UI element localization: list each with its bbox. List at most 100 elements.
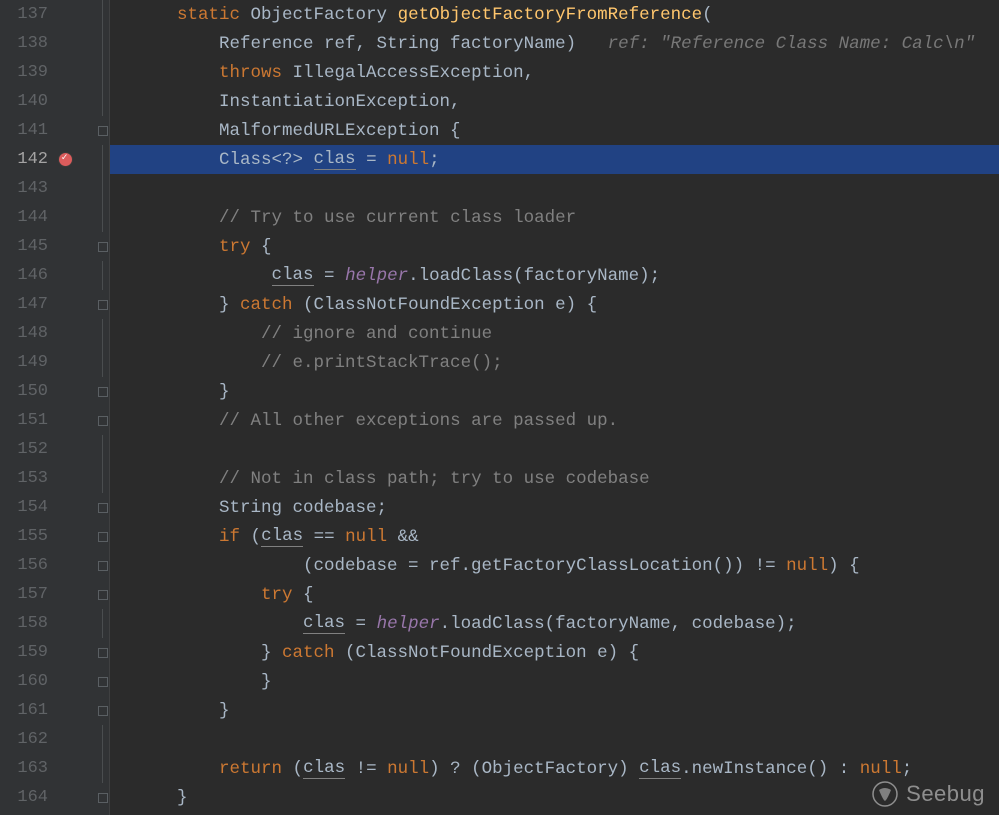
fold-slot[interactable] [96,406,109,435]
gutter-line[interactable]: 149 [0,348,96,377]
code-line[interactable]: static ObjectFactory getObjectFactoryFro… [110,0,999,29]
gutter-line[interactable]: 163 [0,754,96,783]
code-line[interactable]: String codebase; [110,493,999,522]
fold-slot[interactable] [96,145,109,174]
gutter-line[interactable]: 147 [0,290,96,319]
line-number-gutter[interactable]: 1371381391401411421431441451461471481491… [0,0,96,815]
fold-bar[interactable] [96,0,110,815]
gutter-line[interactable]: 154 [0,493,96,522]
code-line[interactable]: } [110,377,999,406]
gutter-line[interactable]: 137 [0,0,96,29]
fold-slot[interactable] [96,638,109,667]
gutter-line[interactable]: 158 [0,609,96,638]
code-line[interactable] [110,725,999,754]
code-line[interactable]: InstantiationException, [110,87,999,116]
code-line[interactable] [110,174,999,203]
code-line[interactable]: clas = helper.loadClass(factoryName); [110,261,999,290]
fold-slot[interactable] [96,783,109,812]
gutter-line[interactable]: 156 [0,551,96,580]
fold-toggle-icon[interactable] [98,706,108,716]
code-line[interactable]: // All other exceptions are passed up. [110,406,999,435]
fold-slot[interactable] [96,667,109,696]
fold-slot[interactable] [96,609,109,638]
code-line[interactable]: try { [110,580,999,609]
code-line[interactable]: } [110,696,999,725]
code-line[interactable]: Class<?> clas = null; [110,145,999,174]
fold-slot[interactable] [96,319,109,348]
fold-slot[interactable] [96,174,109,203]
fold-slot[interactable] [96,290,109,319]
code-line[interactable]: // Not in class path; try to use codebas… [110,464,999,493]
gutter-line[interactable]: 152 [0,435,96,464]
gutter-line[interactable]: 143 [0,174,96,203]
fold-slot[interactable] [96,464,109,493]
code-line[interactable]: Reference ref, String factoryName) ref: … [110,29,999,58]
fold-toggle-icon[interactable] [98,503,108,513]
gutter-line[interactable]: 161 [0,696,96,725]
fold-toggle-icon[interactable] [98,590,108,600]
code-line[interactable]: } [110,667,999,696]
code-area[interactable]: static ObjectFactory getObjectFactoryFro… [110,0,999,815]
breakpoint-icon[interactable] [58,152,73,167]
code-line[interactable]: throws IllegalAccessException, [110,58,999,87]
code-line[interactable]: // e.printStackTrace(); [110,348,999,377]
gutter-line[interactable]: 155 [0,522,96,551]
gutter-line[interactable]: 138 [0,29,96,58]
fold-toggle-icon[interactable] [98,677,108,687]
code-line[interactable]: clas = helper.loadClass(factoryName, cod… [110,609,999,638]
fold-slot[interactable] [96,754,109,783]
fold-slot[interactable] [96,87,109,116]
code-line[interactable] [110,435,999,464]
code-line[interactable]: } catch (ClassNotFoundException e) { [110,290,999,319]
gutter-line[interactable]: 140 [0,87,96,116]
fold-toggle-icon[interactable] [98,126,108,136]
fold-slot[interactable] [96,203,109,232]
code-line[interactable]: try { [110,232,999,261]
fold-toggle-icon[interactable] [98,532,108,542]
gutter-line[interactable]: 141 [0,116,96,145]
gutter-line[interactable]: 157 [0,580,96,609]
gutter-line[interactable]: 139 [0,58,96,87]
gutter-line[interactable]: 145 [0,232,96,261]
fold-toggle-icon[interactable] [98,300,108,310]
fold-slot[interactable] [96,551,109,580]
gutter-line[interactable]: 159 [0,638,96,667]
code-line[interactable]: MalformedURLException { [110,116,999,145]
gutter-line[interactable]: 142 [0,145,96,174]
code-line[interactable]: if (clas == null && [110,522,999,551]
fold-slot[interactable] [96,232,109,261]
gutter-line[interactable]: 164 [0,783,96,812]
code-line[interactable]: } [110,783,999,812]
fold-slot[interactable] [96,522,109,551]
fold-toggle-icon[interactable] [98,387,108,397]
gutter-line[interactable]: 148 [0,319,96,348]
fold-toggle-icon[interactable] [98,242,108,252]
fold-slot[interactable] [96,377,109,406]
fold-toggle-icon[interactable] [98,416,108,426]
fold-slot[interactable] [96,58,109,87]
gutter-line[interactable]: 151 [0,406,96,435]
gutter-line[interactable]: 153 [0,464,96,493]
fold-slot[interactable] [96,348,109,377]
fold-toggle-icon[interactable] [98,793,108,803]
code-editor[interactable]: 1371381391401411421431441451461471481491… [0,0,999,815]
code-line[interactable]: (codebase = ref.getFactoryClassLocation(… [110,551,999,580]
fold-slot[interactable] [96,261,109,290]
gutter-line[interactable]: 144 [0,203,96,232]
gutter-line[interactable]: 146 [0,261,96,290]
fold-slot[interactable] [96,116,109,145]
fold-slot[interactable] [96,0,109,29]
fold-slot[interactable] [96,580,109,609]
code-line[interactable]: } catch (ClassNotFoundException e) { [110,638,999,667]
fold-slot[interactable] [96,435,109,464]
code-line[interactable]: return (clas != null) ? (ObjectFactory) … [110,754,999,783]
fold-toggle-icon[interactable] [98,648,108,658]
gutter-line[interactable]: 162 [0,725,96,754]
fold-slot[interactable] [96,29,109,58]
gutter-line[interactable]: 160 [0,667,96,696]
breakpoint-slot[interactable] [52,152,78,167]
fold-slot[interactable] [96,493,109,522]
gutter-line[interactable]: 150 [0,377,96,406]
code-line[interactable]: // ignore and continue [110,319,999,348]
fold-slot[interactable] [96,725,109,754]
